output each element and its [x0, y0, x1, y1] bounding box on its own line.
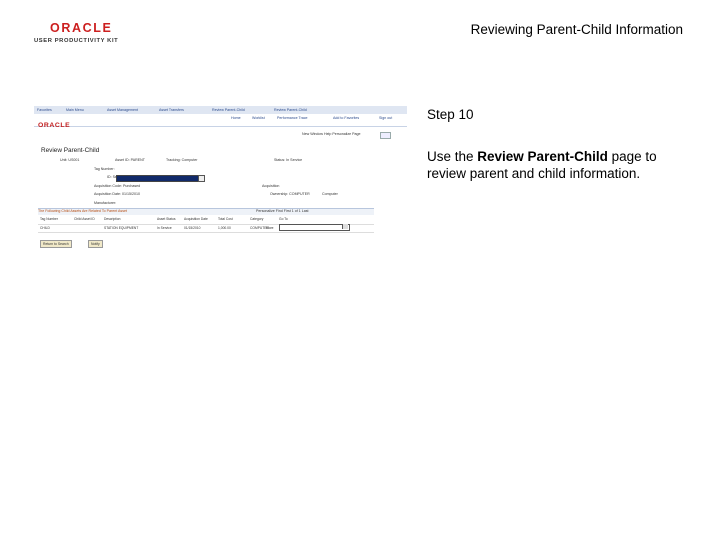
step-desc-prefix: Use the	[427, 149, 478, 164]
screenshot-goto-select-button	[342, 224, 348, 229]
screenshot-tag-input	[116, 175, 204, 182]
document-title: Reviewing Parent-Child Information	[470, 22, 683, 37]
screenshot-dropdown-button	[198, 175, 205, 182]
screenshot-grid-nav: Personalize Find First 1 of 1 Last	[256, 209, 309, 213]
screenshot-nav-link: Add to Favorites	[333, 116, 360, 120]
screenshot-column-header: Child Asset ID	[74, 217, 95, 221]
screenshot-tab: Review Parent-Child	[212, 108, 245, 112]
screenshot-table-cell: CHILD	[40, 226, 50, 230]
screenshot-nav-link: Worklist	[252, 116, 265, 120]
screenshot-utility-links: New Window Help Personalize Page	[302, 132, 361, 136]
screenshot-column-header: Category	[250, 217, 264, 221]
screenshot-column-header: Acquisition Date	[184, 217, 208, 221]
screenshot-utility-box	[380, 132, 391, 139]
screenshot-field-label: Tracking: Computer	[166, 158, 198, 162]
screenshot-table-cell: In Service	[157, 226, 172, 230]
step-heading: Step 10	[427, 107, 474, 122]
screenshot-field-label: Tag Number:	[94, 167, 115, 171]
screenshot-table-cell: 01/15/2010	[184, 226, 201, 230]
screenshot-nav-link: Sign out	[379, 116, 393, 120]
screenshot-column-header: Total Cost	[218, 217, 233, 221]
screenshot-goto-select	[279, 224, 350, 231]
step-description: Use the Review Parent-Child page to revi…	[427, 148, 692, 182]
screenshot-column-header: Asset Status	[157, 217, 176, 221]
screenshot-field-label: Acquisition Date: 01/15/2010	[94, 192, 140, 196]
screenshot-nav-link: Home	[231, 116, 241, 120]
screenshot-column-header: Tag Number	[40, 217, 58, 221]
screenshot-field-label: Acquisition	[262, 184, 280, 188]
screenshot-return-button: Return to Search	[40, 240, 72, 248]
screenshot-tab: Asset Transfers	[159, 108, 184, 112]
screenshot-tab: Asset Management	[107, 108, 138, 112]
screenshot-field-label: Asset ID: PARENT	[115, 158, 145, 162]
step-screenshot: Favorites Main Menu Asset Management Ass…	[34, 104, 407, 252]
screenshot-tab: Favorites	[37, 108, 52, 112]
screenshot-field-label: Manufacturer:	[94, 201, 117, 205]
screenshot-field-label: Acquisition Code: Purchased	[94, 184, 141, 188]
screenshot-column-header: Go To	[279, 217, 288, 221]
screenshot-tab: Review Parent-Child	[274, 108, 307, 112]
oracle-upk-logo: ORACLE USER PRODUCTIVITY KIT	[34, 22, 124, 46]
screenshot-field-label: Ownership: COMPUTER	[270, 192, 310, 196]
screenshot-page-title: Review Parent-Child	[41, 147, 100, 154]
screenshot-notify-button: Notify	[88, 240, 103, 248]
screenshot-field-label: Computer	[322, 192, 338, 196]
screenshot-table-cell: More	[266, 226, 274, 230]
logo-tagline: USER PRODUCTIVITY KIT	[34, 38, 119, 44]
screenshot-column-header: Description	[104, 217, 121, 221]
screenshot-grid-title: The Following Child Assets Are Related T…	[38, 209, 128, 213]
screenshot-field-label: Status: In Service	[274, 158, 303, 162]
screenshot-table-cell: STATION EQUIPMENT	[104, 226, 139, 230]
screenshot-brand: ORACLE	[38, 122, 71, 129]
screenshot-nav-link: Performance Trace	[277, 116, 308, 120]
screenshot-field-label: Unit: US001	[60, 158, 80, 162]
step-desc-page-name: Review Parent-Child	[477, 149, 608, 164]
logo-brand: ORACLE	[50, 21, 113, 35]
screenshot-tab: Main Menu	[66, 108, 84, 112]
screenshot-table-cell: 1,000.00	[218, 226, 231, 230]
